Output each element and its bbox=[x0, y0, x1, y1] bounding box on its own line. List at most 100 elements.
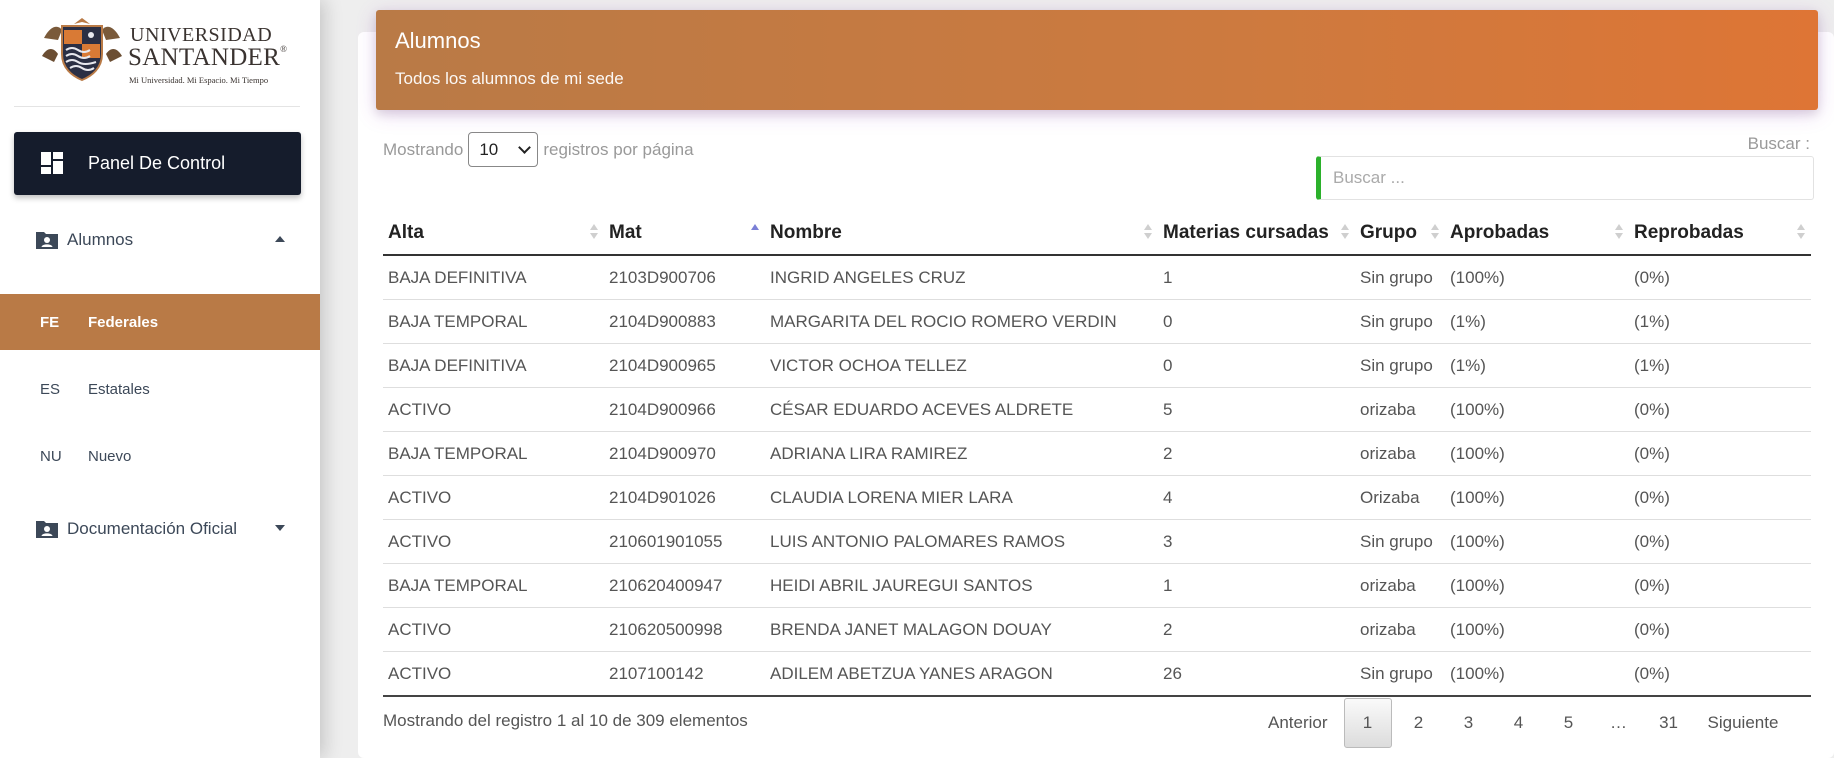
sidebar-group-documentacion-oficial[interactable]: Documentación Oficial bbox=[35, 514, 285, 544]
page-length-prefix: Mostrando bbox=[383, 139, 464, 159]
aprobadas-cell: (100%) bbox=[1445, 475, 1629, 520]
dashboard-icon bbox=[41, 152, 63, 174]
table-row: BAJA DEFINITIVA 2103D900706 INGRID ANGEL… bbox=[383, 255, 1811, 300]
grupo-cell: orizaba bbox=[1355, 387, 1445, 432]
grupo-cell: orizaba bbox=[1355, 563, 1445, 608]
sort-icon bbox=[1341, 224, 1349, 242]
matricula-cell: 210601901055 bbox=[604, 519, 765, 564]
materias-cell: 1 bbox=[1158, 563, 1355, 608]
column-header-aprobadas[interactable]: Aprobadas bbox=[1445, 211, 1629, 256]
reprobadas-cell: (0%) bbox=[1629, 475, 1811, 520]
materias-cell: 0 bbox=[1158, 343, 1355, 388]
status-cell: BAJA TEMPORAL bbox=[383, 563, 604, 608]
page-subtitle: Todos los alumnos de mi sede bbox=[395, 69, 624, 88]
student-name-link[interactable]: ADILEM ABETZUA YANES ARAGON bbox=[765, 651, 1158, 697]
aprobadas-cell: (100%) bbox=[1445, 607, 1629, 652]
grupo-cell: Sin grupo bbox=[1355, 519, 1445, 564]
reprobadas-cell: (0%) bbox=[1629, 607, 1811, 652]
pagination-page-3[interactable]: 3 bbox=[1446, 699, 1492, 747]
table-row: BAJA TEMPORAL 2104D900970 ADRIANA LIRA R… bbox=[383, 431, 1811, 476]
student-name-link[interactable]: CLAUDIA LORENA MIER LARA bbox=[765, 475, 1158, 520]
reprobadas-cell: (1%) bbox=[1629, 299, 1811, 344]
card-header: Alumnos Todos los alumnos de mi sede bbox=[376, 10, 1818, 110]
table-row: BAJA TEMPORAL 2104D900883 MARGARITA DEL … bbox=[383, 299, 1811, 344]
sort-icon bbox=[1144, 224, 1152, 242]
student-name-link[interactable]: INGRID ANGELES CRUZ bbox=[765, 255, 1158, 300]
search-field[interactable] bbox=[1316, 156, 1814, 200]
student-name-link[interactable]: CÉSAR EDUARDO ACEVES ALDRETE bbox=[765, 387, 1158, 432]
materias-cell: 2 bbox=[1158, 431, 1355, 476]
table-row: BAJA TEMPORAL 210620400947 HEIDI ABRIL J… bbox=[383, 563, 1811, 608]
sidebar-item-nuevo[interactable]: NU Nuevo bbox=[0, 428, 320, 484]
table-header-row: Alta Mat Nombre Materias cursadas Grupo … bbox=[383, 211, 1811, 256]
status-cell: ACTIVO bbox=[383, 651, 604, 697]
pagination-page-2[interactable]: 2 bbox=[1396, 699, 1442, 747]
column-header-label: Alta bbox=[388, 221, 424, 243]
pagination-page-5[interactable]: 5 bbox=[1546, 699, 1592, 747]
table-row: ACTIVO 210601901055 LUIS ANTONIO PALOMAR… bbox=[383, 519, 1811, 564]
column-header-alta[interactable]: Alta bbox=[383, 211, 604, 256]
column-header-nombre[interactable]: Nombre bbox=[765, 211, 1158, 256]
materias-cell: 26 bbox=[1158, 651, 1355, 697]
logo-tagline: Mi Universidad. Mi Espacio. Mi Tiempo bbox=[129, 75, 269, 85]
grupo-cell: orizaba bbox=[1355, 431, 1445, 476]
pagination-previous[interactable]: Anterior bbox=[1256, 699, 1340, 747]
student-name-link[interactable]: MARGARITA DEL ROCIO ROMERO VERDIN bbox=[765, 299, 1158, 344]
sidebar-item-panel-de-control[interactable]: Panel De Control bbox=[14, 132, 301, 195]
column-header-label: Reprobadas bbox=[1634, 221, 1744, 243]
matricula-cell: 210620500998 bbox=[604, 607, 765, 652]
matricula-cell: 2104D900965 bbox=[604, 343, 765, 388]
logo-line-2-text: SANTANDER bbox=[128, 44, 281, 71]
sidebar-item-label: Estatales bbox=[88, 380, 150, 398]
pagination-page-1[interactable]: 1 bbox=[1343, 698, 1392, 748]
column-header-label: Aprobadas bbox=[1450, 221, 1550, 243]
sort-icon bbox=[590, 224, 598, 242]
student-name-link[interactable]: HEIDI ABRIL JAUREGUI SANTOS bbox=[765, 563, 1158, 608]
university-crest-icon bbox=[42, 18, 122, 82]
student-name-link[interactable]: LUIS ANTONIO PALOMARES RAMOS bbox=[765, 519, 1158, 564]
student-name-link[interactable]: VICTOR OCHOA TELLEZ bbox=[765, 343, 1158, 388]
sidebar-item-label: Nuevo bbox=[88, 447, 132, 465]
university-logo[interactable]: UNIVERSIDAD SANTANDER® Mi Universidad. M… bbox=[40, 16, 287, 85]
sort-icon bbox=[1615, 224, 1623, 242]
page-length-control: Mostrando 10 registros por página bbox=[383, 132, 694, 167]
reprobadas-cell: (0%) bbox=[1629, 387, 1811, 432]
sidebar-group-alumnos[interactable]: Alumnos bbox=[35, 225, 285, 255]
column-header-grupo[interactable]: Grupo bbox=[1355, 211, 1445, 256]
table-row: BAJA DEFINITIVA 2104D900965 VICTOR OCHOA… bbox=[383, 343, 1811, 388]
sidebar-item-federales[interactable]: FE Federales bbox=[0, 294, 320, 350]
aprobadas-cell: (100%) bbox=[1445, 519, 1629, 564]
pagination-page-31[interactable]: 31 bbox=[1646, 699, 1692, 747]
status-cell: ACTIVO bbox=[383, 475, 604, 520]
column-header-mat[interactable]: Mat bbox=[604, 211, 765, 256]
status-cell: ACTIVO bbox=[383, 387, 604, 432]
table-info: Mostrando del registro 1 al 10 de 309 el… bbox=[383, 711, 748, 730]
page-length-value: 10 bbox=[479, 139, 499, 159]
materias-cell: 2 bbox=[1158, 607, 1355, 652]
aprobadas-cell: (1%) bbox=[1445, 343, 1629, 388]
sidebar-divider bbox=[14, 106, 300, 107]
sidebar-group-label: Documentación Oficial bbox=[67, 519, 238, 538]
students-table: Alta Mat Nombre Materias cursadas Grupo … bbox=[383, 211, 1811, 697]
column-header-materias-cursadas[interactable]: Materias cursadas bbox=[1158, 211, 1355, 256]
student-name-link[interactable]: ADRIANA LIRA RAMIREZ bbox=[765, 431, 1158, 476]
matricula-cell: 2104D900970 bbox=[604, 431, 765, 476]
aprobadas-cell: (100%) bbox=[1445, 387, 1629, 432]
status-cell: BAJA DEFINITIVA bbox=[383, 255, 604, 300]
aprobadas-cell: (100%) bbox=[1445, 255, 1629, 300]
pagination-next[interactable]: Siguiente bbox=[1696, 699, 1791, 747]
sidebar-item-estatales[interactable]: ES Estatales bbox=[0, 361, 320, 417]
status-cell: BAJA TEMPORAL bbox=[383, 299, 604, 344]
grupo-cell: Orizaba bbox=[1355, 475, 1445, 520]
student-name-link[interactable]: BRENDA JANET MALAGON DOUAY bbox=[765, 607, 1158, 652]
materias-cell: 5 bbox=[1158, 387, 1355, 432]
logo-registered-mark: ® bbox=[280, 44, 288, 54]
column-header-reprobadas[interactable]: Reprobadas bbox=[1629, 211, 1811, 256]
aprobadas-cell: (100%) bbox=[1445, 431, 1629, 476]
reprobadas-cell: (0%) bbox=[1629, 651, 1811, 697]
search-input[interactable] bbox=[1321, 157, 1813, 199]
grupo-cell: Sin grupo bbox=[1355, 299, 1445, 344]
page-length-select[interactable]: 10 bbox=[468, 132, 539, 167]
pagination-page-4[interactable]: 4 bbox=[1496, 699, 1542, 747]
grupo-cell: orizaba bbox=[1355, 607, 1445, 652]
